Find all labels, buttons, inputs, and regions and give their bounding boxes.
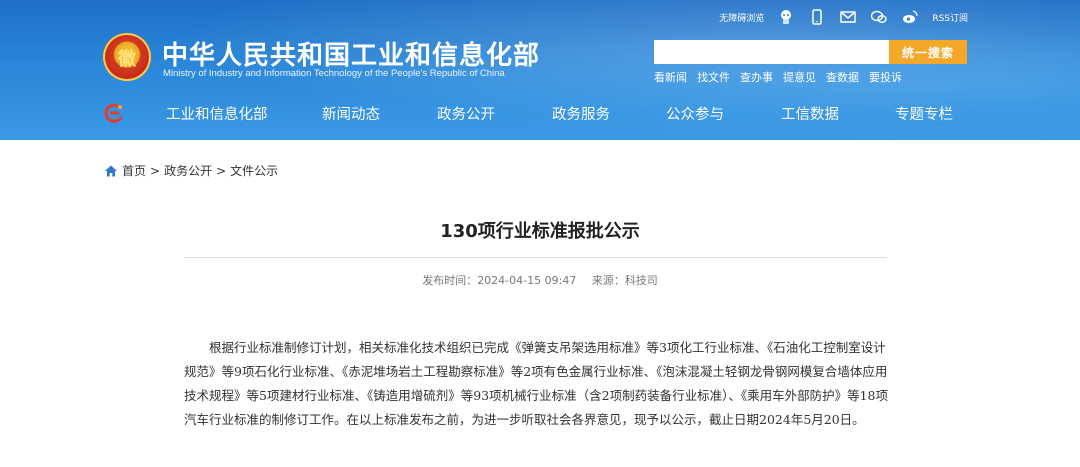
breadcrumb-file-notices[interactable]: 文件公示	[230, 162, 278, 179]
quick-link-complaint[interactable]: 要投诉	[869, 69, 902, 85]
top-links: 无障碍浏览 RSS订阅	[719, 7, 968, 27]
weibo-icon[interactable]	[901, 8, 919, 26]
search-button[interactable]: 统一搜索	[889, 40, 967, 64]
mobile-icon[interactable]	[808, 8, 826, 26]
quick-link-feedback[interactable]: 提意见	[783, 69, 816, 85]
article-title: 130项行业标准报批公示	[440, 221, 640, 242]
site-subtitle: Ministry of Industry and Information Tec…	[163, 68, 505, 79]
nav-item-ministry[interactable]: 工业和信息化部	[166, 103, 268, 124]
rss-link[interactable]: RSS订阅	[932, 11, 968, 24]
title-divider	[184, 257, 887, 258]
nav-item-data[interactable]: 工信数据	[781, 103, 839, 124]
nav-item-public-participation[interactable]: 公众参与	[666, 103, 724, 124]
article-meta: 发布时间：2024-04-15 09:47 来源：科技司	[0, 272, 1080, 288]
site-logo-icon[interactable]	[103, 102, 125, 124]
breadcrumb-separator: >	[150, 163, 161, 178]
quick-links: 看新闻 找文件 查办事 提意见 查数据 要投诉	[654, 69, 902, 85]
breadcrumb-gov-affairs[interactable]: 政务公开	[164, 162, 212, 179]
emblem-char: 徽	[118, 49, 136, 70]
site-title[interactable]: 中华人民共和国工业和信息化部	[162, 35, 540, 72]
site-header: 徽 中华人民共和国工业和信息化部 Ministry of Industry an…	[0, 0, 1080, 140]
nav-item-news[interactable]: 新闻动态	[322, 103, 380, 124]
source-label: 来源：	[591, 274, 625, 287]
quick-link-data[interactable]: 查数据	[826, 69, 859, 85]
published-time: 2024-04-15 09:47	[477, 274, 577, 287]
breadcrumb-home[interactable]: 首页	[122, 162, 146, 179]
mail-icon[interactable]	[839, 8, 857, 26]
accessibility-link[interactable]: 无障碍浏览	[719, 11, 764, 24]
search-input[interactable]	[654, 40, 890, 64]
nav-item-gov-affairs[interactable]: 政务公开	[437, 103, 495, 124]
nav-item-gov-services[interactable]: 政务服务	[552, 103, 610, 124]
national-emblem-icon[interactable]: 徽	[103, 33, 151, 81]
quick-link-news[interactable]: 看新闻	[654, 69, 687, 85]
breadcrumb: 首页 > 政务公开 > 文件公示	[104, 162, 278, 179]
source-value: 科技司	[624, 274, 658, 287]
nav-item-special-topics[interactable]: 专题专栏	[895, 103, 953, 124]
quick-link-services[interactable]: 查办事	[740, 69, 773, 85]
main-nav: 工业和信息化部 新闻动态 政务公开 政务服务 公众参与 工信数据 专题专栏	[0, 96, 1080, 132]
home-icon[interactable]	[104, 164, 118, 178]
wechat-icon[interactable]	[870, 8, 888, 26]
robot-icon[interactable]	[777, 8, 795, 26]
article-body: 根据行业标准制修订计划，相关标准化技术组织已完成《弹簧支吊架选用标准》等3项化工…	[184, 340, 888, 427]
quick-link-files[interactable]: 找文件	[697, 69, 730, 85]
breadcrumb-separator: >	[216, 163, 227, 178]
published-label: 发布时间：	[422, 274, 478, 287]
